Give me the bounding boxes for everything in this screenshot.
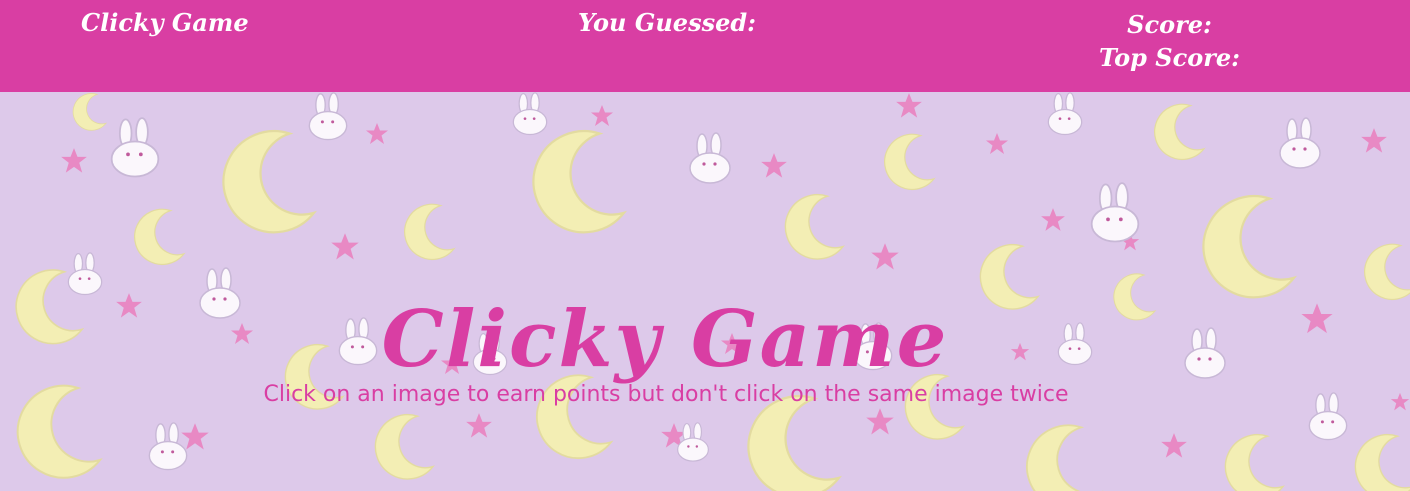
crescent-moon-icon — [1202, 194, 1296, 299]
bunny-icon — [1047, 92, 1083, 136]
background-pattern — [15, 92, 1410, 491]
bunny-icon — [1090, 182, 1140, 243]
bunny-icon — [308, 92, 348, 141]
crescent-moon-icon — [374, 413, 434, 480]
star-icon — [331, 233, 359, 260]
star-icon — [1161, 433, 1187, 458]
crescent-moon-icon — [404, 203, 455, 261]
bunny-icon — [689, 132, 731, 184]
star-icon — [986, 133, 1008, 154]
navbar: Clicky Game You Guessed: Score: Top Scor… — [0, 0, 1410, 92]
hero-subtitle: Click on an image to earn points but don… — [263, 382, 1069, 407]
crescent-moon-icon — [1364, 243, 1410, 301]
crescent-moon-icon — [72, 92, 107, 131]
star-icon — [1361, 128, 1387, 153]
star-icon — [61, 148, 87, 173]
crescent-moon-icon — [747, 394, 841, 491]
star-icon — [366, 123, 388, 144]
crescent-moon-icon — [784, 193, 844, 260]
star-icon — [871, 243, 899, 270]
star-icon — [896, 93, 922, 118]
crescent-moon-icon — [1354, 433, 1410, 491]
crescent-moon-icon — [1026, 424, 1102, 491]
crescent-moon-icon — [1154, 103, 1205, 161]
crescent-moon-icon — [134, 208, 185, 266]
bunny-icon — [512, 92, 548, 136]
top-score-label: Top Score: — [1099, 43, 1240, 72]
bunny-icon — [67, 252, 103, 296]
bunny-icon — [677, 422, 709, 462]
hero-title: Clicky Game — [381, 294, 949, 386]
star-icon — [591, 105, 613, 126]
crescent-moon-icon — [532, 129, 626, 234]
crescent-moon-icon — [884, 133, 935, 191]
bunny-icon — [1279, 117, 1321, 169]
star-icon — [1041, 208, 1065, 231]
crescent-moon-icon — [222, 129, 316, 234]
star-icon — [761, 153, 787, 178]
bunny-icon — [110, 117, 160, 178]
star-icon — [866, 408, 894, 435]
star-icon — [466, 413, 492, 438]
hero-banner: Clicky Game Click on an image to earn po… — [0, 92, 1410, 491]
star-icon — [181, 423, 209, 450]
score-label: Score: — [1127, 10, 1212, 39]
crescent-moon-icon — [1224, 433, 1284, 491]
star-icon — [1390, 392, 1410, 411]
score-panel: Score: Top Score: — [1099, 8, 1240, 74]
bunny-icon — [148, 422, 188, 471]
guess-status: You Guessed: — [578, 8, 757, 37]
brand-link[interactable]: Clicky Game — [81, 8, 249, 37]
